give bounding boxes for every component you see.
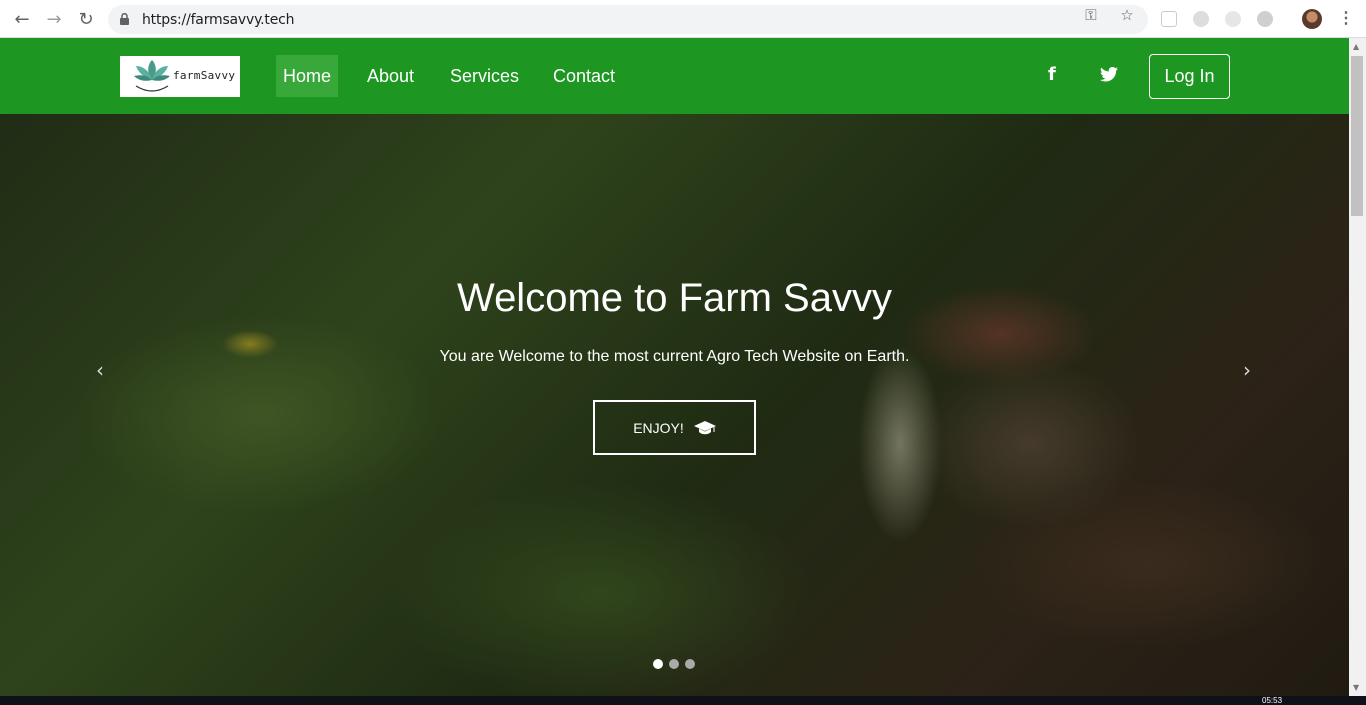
reload-icon[interactable]: ↻ — [76, 9, 96, 30]
scroll-thumb[interactable] — [1351, 56, 1363, 216]
extension-icon[interactable] — [1193, 11, 1209, 27]
site-logo[interactable]: farmSavvy — [120, 56, 240, 97]
profile-avatar[interactable] — [1302, 9, 1322, 29]
page-scrollbar[interactable]: ▲ ▼ — [1349, 38, 1366, 696]
hero-carousel: ‹ › Welcome to Farm Savvy You are Welcom… — [0, 114, 1349, 696]
twitter-icon[interactable] — [1100, 67, 1118, 82]
hero-subtitle: You are Welcome to the most current Agro… — [439, 348, 910, 365]
os-taskbar: 05:53 — [0, 696, 1366, 705]
site-navbar: farmSavvy Home About Services Contact f … — [0, 38, 1349, 114]
forward-icon[interactable]: → — [44, 9, 64, 30]
settings-extension-icon[interactable] — [1257, 11, 1273, 27]
address-bar[interactable]: https://farmsavvy.tech — [108, 5, 1148, 34]
nav-about[interactable]: About — [360, 55, 421, 97]
logo-text: farmSavvy — [173, 69, 236, 82]
login-button[interactable]: Log In — [1149, 54, 1230, 99]
url-text[interactable]: https://farmsavvy.tech — [142, 12, 294, 28]
browser-toolbar: ← → ↻ https://farmsavvy.tech ⚿ ☆ ⋮ — [0, 0, 1366, 38]
carousel-indicator[interactable] — [685, 659, 695, 669]
enjoy-button-label: ENJOY! — [633, 419, 684, 436]
key-icon[interactable]: ⚿ — [1082, 6, 1100, 24]
scroll-up-icon[interactable]: ▲ — [1353, 42, 1359, 51]
back-icon[interactable]: ← — [12, 9, 32, 30]
facebook-icon[interactable]: f — [1048, 64, 1056, 85]
nav-services[interactable]: Services — [443, 55, 526, 97]
leaf-logo-icon — [134, 60, 170, 92]
nav-home[interactable]: Home — [276, 55, 339, 97]
star-icon[interactable]: ☆ — [1118, 6, 1136, 24]
hero-title: Welcome to Farm Savvy — [457, 276, 892, 320]
carousel-indicator[interactable] — [653, 659, 663, 669]
lock-icon[interactable] — [120, 13, 129, 25]
taskbar-clock: 05:53 — [1262, 696, 1283, 705]
extension-icon[interactable] — [1225, 11, 1241, 27]
nav-contact[interactable]: Contact — [546, 55, 622, 97]
extension-icon[interactable] — [1161, 11, 1177, 27]
graduation-cap-icon — [693, 420, 716, 434]
more-menu-icon[interactable]: ⋮ — [1338, 8, 1354, 28]
carousel-indicator[interactable] — [669, 659, 679, 669]
enjoy-button[interactable]: ENJOY! — [593, 400, 756, 455]
scroll-down-icon[interactable]: ▼ — [1353, 683, 1359, 692]
carousel-indicators — [653, 659, 695, 669]
